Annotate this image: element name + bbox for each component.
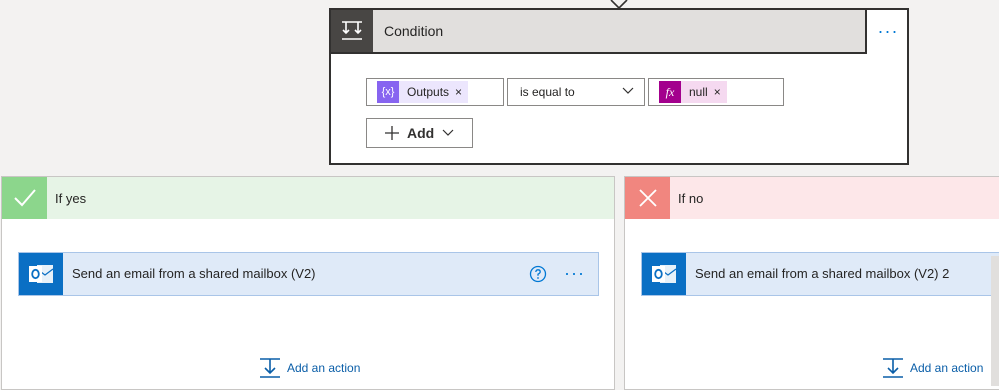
null-token-label: null <box>689 85 708 99</box>
operator-value: is equal to <box>520 85 575 99</box>
if-no-title: If no <box>678 191 704 206</box>
condition-header[interactable]: Condition <box>331 10 867 54</box>
add-button-label: Add <box>407 125 435 141</box>
plus-icon <box>385 126 399 140</box>
if-no-header[interactable]: If no <box>625 177 999 219</box>
outlook-icon <box>19 253 63 295</box>
help-icon[interactable] <box>529 265 547 283</box>
if-yes-header[interactable]: If yes <box>2 177 614 219</box>
add-an-action-label: Add an action <box>287 361 361 375</box>
action-more-options-button[interactable]: ··· <box>564 263 585 284</box>
condition-icon <box>331 10 373 52</box>
right-operand-field[interactable]: fx null × <box>648 78 784 106</box>
if-yes-branch: If yes Send an email from a shared mailb… <box>1 176 615 390</box>
action-title: Send an email from a shared mailbox (V2)… <box>695 266 950 281</box>
chevron-down-icon <box>442 129 454 136</box>
add-an-action-label: Add an action <box>910 361 984 375</box>
expression-icon: fx <box>659 81 681 103</box>
checkmark-icon <box>2 177 47 219</box>
condition-more-options-button[interactable]: ··· <box>869 10 907 52</box>
add-an-action-button[interactable]: Add an action <box>882 357 983 379</box>
add-action-icon <box>260 358 280 378</box>
action-title: Send an email from a shared mailbox (V2) <box>72 266 316 281</box>
outputs-token-label: Outputs <box>407 85 450 99</box>
send-email-action-card[interactable]: Send an email from a shared mailbox (V2)… <box>18 252 599 296</box>
null-token[interactable]: fx null × <box>659 81 727 103</box>
operator-select[interactable]: is equal to <box>507 78 645 106</box>
remove-null-token-button[interactable]: × <box>714 85 727 99</box>
outputs-token[interactable]: {x} Outputs × <box>377 81 469 103</box>
left-operand-field[interactable]: {x} Outputs × <box>366 78 504 106</box>
variable-icon: {x} <box>377 81 399 103</box>
add-an-action-button[interactable]: Add an action <box>259 357 360 379</box>
if-no-branch: If no Send an email from a shared mailbo… <box>624 176 999 390</box>
chevron-down-icon <box>622 87 634 94</box>
outlook-icon <box>642 253 686 295</box>
send-email-action-card-2[interactable]: Send an email from a shared mailbox (V2)… <box>641 252 999 296</box>
add-condition-button[interactable]: Add <box>366 118 473 148</box>
condition-card[interactable]: Condition ··· {x} Outputs × is equal to … <box>329 8 909 165</box>
if-yes-title: If yes <box>55 191 87 206</box>
remove-outputs-token-button[interactable]: × <box>455 85 468 99</box>
condition-title: Condition <box>384 23 444 39</box>
close-icon <box>625 177 670 219</box>
vertical-scrollbar[interactable] <box>991 256 999 386</box>
add-action-icon <box>883 358 903 378</box>
